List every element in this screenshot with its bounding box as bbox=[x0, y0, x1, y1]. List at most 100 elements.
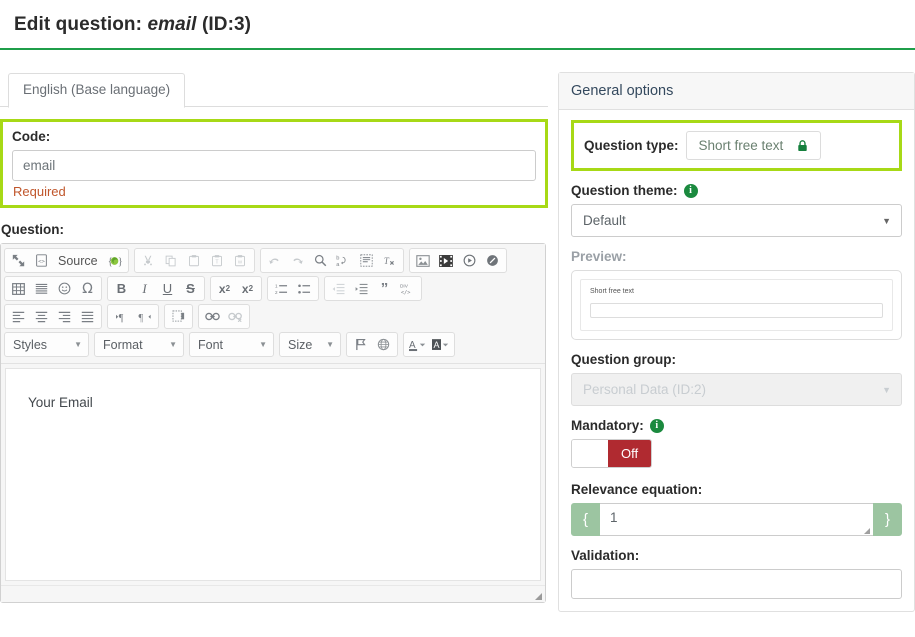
relevance-equation-input[interactable] bbox=[600, 503, 873, 536]
paste-icon[interactable] bbox=[183, 250, 206, 271]
iframe-icon[interactable] bbox=[481, 250, 504, 271]
bulleted-list-icon[interactable] bbox=[293, 278, 316, 299]
code-input[interactable] bbox=[12, 150, 536, 181]
mandatory-toggle[interactable]: Off bbox=[571, 439, 653, 468]
mandatory-toggle-state[interactable]: Off bbox=[608, 440, 652, 467]
text-color-icon[interactable]: A bbox=[406, 334, 429, 355]
main-content: English (Base language) Code: Required Q… bbox=[0, 50, 915, 612]
smiley-icon[interactable] bbox=[53, 278, 76, 299]
question-group-field: Question group: Personal Data (ID:2) ▼ bbox=[571, 352, 902, 406]
undo-icon[interactable] bbox=[263, 250, 286, 271]
preview-inner: Short free text bbox=[580, 279, 893, 331]
mandatory-field: Mandatory: i Off bbox=[571, 418, 902, 470]
question-theme-select[interactable]: Default ▼ bbox=[571, 204, 902, 237]
general-options-panel: General options Question type: Short fre… bbox=[558, 72, 915, 612]
numbered-list-icon[interactable]: 12 bbox=[270, 278, 293, 299]
subscript-icon[interactable]: x2 bbox=[213, 278, 236, 299]
question-text-editor-body[interactable]: Your Email bbox=[5, 368, 541, 581]
background-color-icon[interactable]: A bbox=[429, 334, 452, 355]
indent-icon[interactable] bbox=[350, 278, 373, 299]
source-button[interactable]: Source bbox=[53, 250, 103, 271]
chevron-down-icon: ▼ bbox=[882, 215, 891, 226]
expression-manager-icon[interactable]: { } bbox=[103, 250, 126, 271]
underline-icon[interactable]: U bbox=[156, 278, 179, 299]
question-theme-value: Default bbox=[583, 213, 626, 228]
editor-group-colors: A A bbox=[403, 332, 455, 357]
chevron-down-icon: ▼ bbox=[326, 340, 334, 349]
align-right-icon[interactable] bbox=[53, 306, 76, 327]
link-icon[interactable] bbox=[201, 306, 224, 327]
svg-text:2: 2 bbox=[275, 290, 278, 295]
editor-toolbar-row-2: Ω B I U S x2 x2 12 ” DIV </> bbox=[4, 276, 542, 301]
validation-input[interactable] bbox=[571, 569, 902, 599]
page-break-icon[interactable] bbox=[167, 306, 190, 327]
text-direction-ltr-icon[interactable]: ¶ bbox=[110, 306, 133, 327]
question-label: Question: bbox=[1, 222, 64, 237]
info-icon[interactable]: i bbox=[649, 418, 664, 433]
editor-resize-handle[interactable] bbox=[535, 593, 542, 600]
relevance-equation-row: { } bbox=[571, 503, 902, 536]
editor-group-paragraph: ” DIV </> bbox=[324, 276, 422, 301]
redo-icon[interactable] bbox=[286, 250, 309, 271]
editor-toolbar-row-3: ¶ ¶ bbox=[4, 304, 542, 329]
special-character-icon[interactable]: Ω bbox=[76, 278, 99, 299]
editor-group-align bbox=[4, 304, 102, 329]
flag-icon[interactable] bbox=[349, 334, 372, 355]
align-center-icon[interactable] bbox=[30, 306, 53, 327]
relevance-brace-open: { bbox=[571, 503, 600, 536]
flash-video-icon[interactable] bbox=[435, 250, 458, 271]
select-all-icon[interactable] bbox=[355, 250, 378, 271]
code-required-message: Required bbox=[13, 184, 66, 199]
general-options-title: General options bbox=[559, 73, 914, 110]
outdent-icon[interactable] bbox=[327, 278, 350, 299]
chevron-down-icon: ▼ bbox=[259, 340, 267, 349]
svg-text:A: A bbox=[433, 340, 439, 350]
bold-icon[interactable]: B bbox=[110, 278, 133, 299]
svg-text:<>: <> bbox=[38, 259, 45, 265]
editor-group-direction: ¶ ¶ bbox=[107, 304, 159, 329]
globe-icon[interactable] bbox=[372, 334, 395, 355]
chevron-down-icon: ▼ bbox=[882, 384, 891, 395]
info-icon[interactable]: i bbox=[683, 183, 698, 198]
editor-toolbar: <> Source { } bbox=[1, 244, 545, 364]
question-type-button[interactable]: Short free text bbox=[685, 131, 822, 160]
question-type-value: Short free text bbox=[698, 138, 784, 153]
svg-text:DIV: DIV bbox=[400, 284, 409, 290]
editor-group-document: <> Source { } bbox=[4, 248, 129, 273]
validation-label: Validation: bbox=[571, 548, 640, 563]
font-combo[interactable]: Font ▼ bbox=[189, 332, 274, 357]
source-doc-icon[interactable]: <> bbox=[30, 250, 53, 271]
size-combo-label: Size bbox=[288, 337, 313, 352]
tab-english-base-language[interactable]: English (Base language) bbox=[8, 73, 186, 108]
strikethrough-icon[interactable]: S bbox=[179, 278, 202, 299]
preview-box: Short free text bbox=[571, 270, 902, 340]
italic-icon[interactable]: I bbox=[133, 278, 156, 299]
image-icon[interactable] bbox=[412, 250, 435, 271]
align-justify-icon[interactable] bbox=[76, 306, 99, 327]
superscript-icon[interactable]: x2 bbox=[236, 278, 259, 299]
paste-as-text-icon[interactable]: T bbox=[206, 250, 229, 271]
remove-format-icon[interactable]: T bbox=[378, 250, 401, 271]
text-direction-rtl-icon[interactable]: ¶ bbox=[133, 306, 156, 327]
horizontal-rule-icon[interactable] bbox=[30, 278, 53, 299]
relevance-equation-field: Relevance equation: { } bbox=[571, 482, 902, 536]
table-icon[interactable] bbox=[7, 278, 30, 299]
size-combo[interactable]: Size ▼ bbox=[279, 332, 341, 357]
format-combo[interactable]: Format ▼ bbox=[94, 332, 184, 357]
styles-combo[interactable]: Styles ▼ bbox=[4, 332, 89, 357]
unlink-icon[interactable] bbox=[224, 306, 247, 327]
paste-from-word-icon[interactable]: W bbox=[229, 250, 252, 271]
copy-icon[interactable] bbox=[160, 250, 183, 271]
editor-group-basic-styles: B I U S bbox=[107, 276, 205, 301]
svg-text:T: T bbox=[216, 260, 220, 266]
maximize-icon[interactable] bbox=[7, 250, 30, 271]
format-combo-label: Format bbox=[103, 337, 143, 352]
media-embed-icon[interactable] bbox=[458, 250, 481, 271]
mandatory-toggle-on-half[interactable] bbox=[572, 440, 608, 467]
create-div-icon[interactable]: DIV </> bbox=[396, 278, 419, 299]
cut-icon[interactable] bbox=[137, 250, 160, 271]
align-left-icon[interactable] bbox=[7, 306, 30, 327]
blockquote-icon[interactable]: ” bbox=[373, 278, 396, 299]
replace-icon[interactable]: ba bbox=[332, 250, 355, 271]
find-icon[interactable] bbox=[309, 250, 332, 271]
